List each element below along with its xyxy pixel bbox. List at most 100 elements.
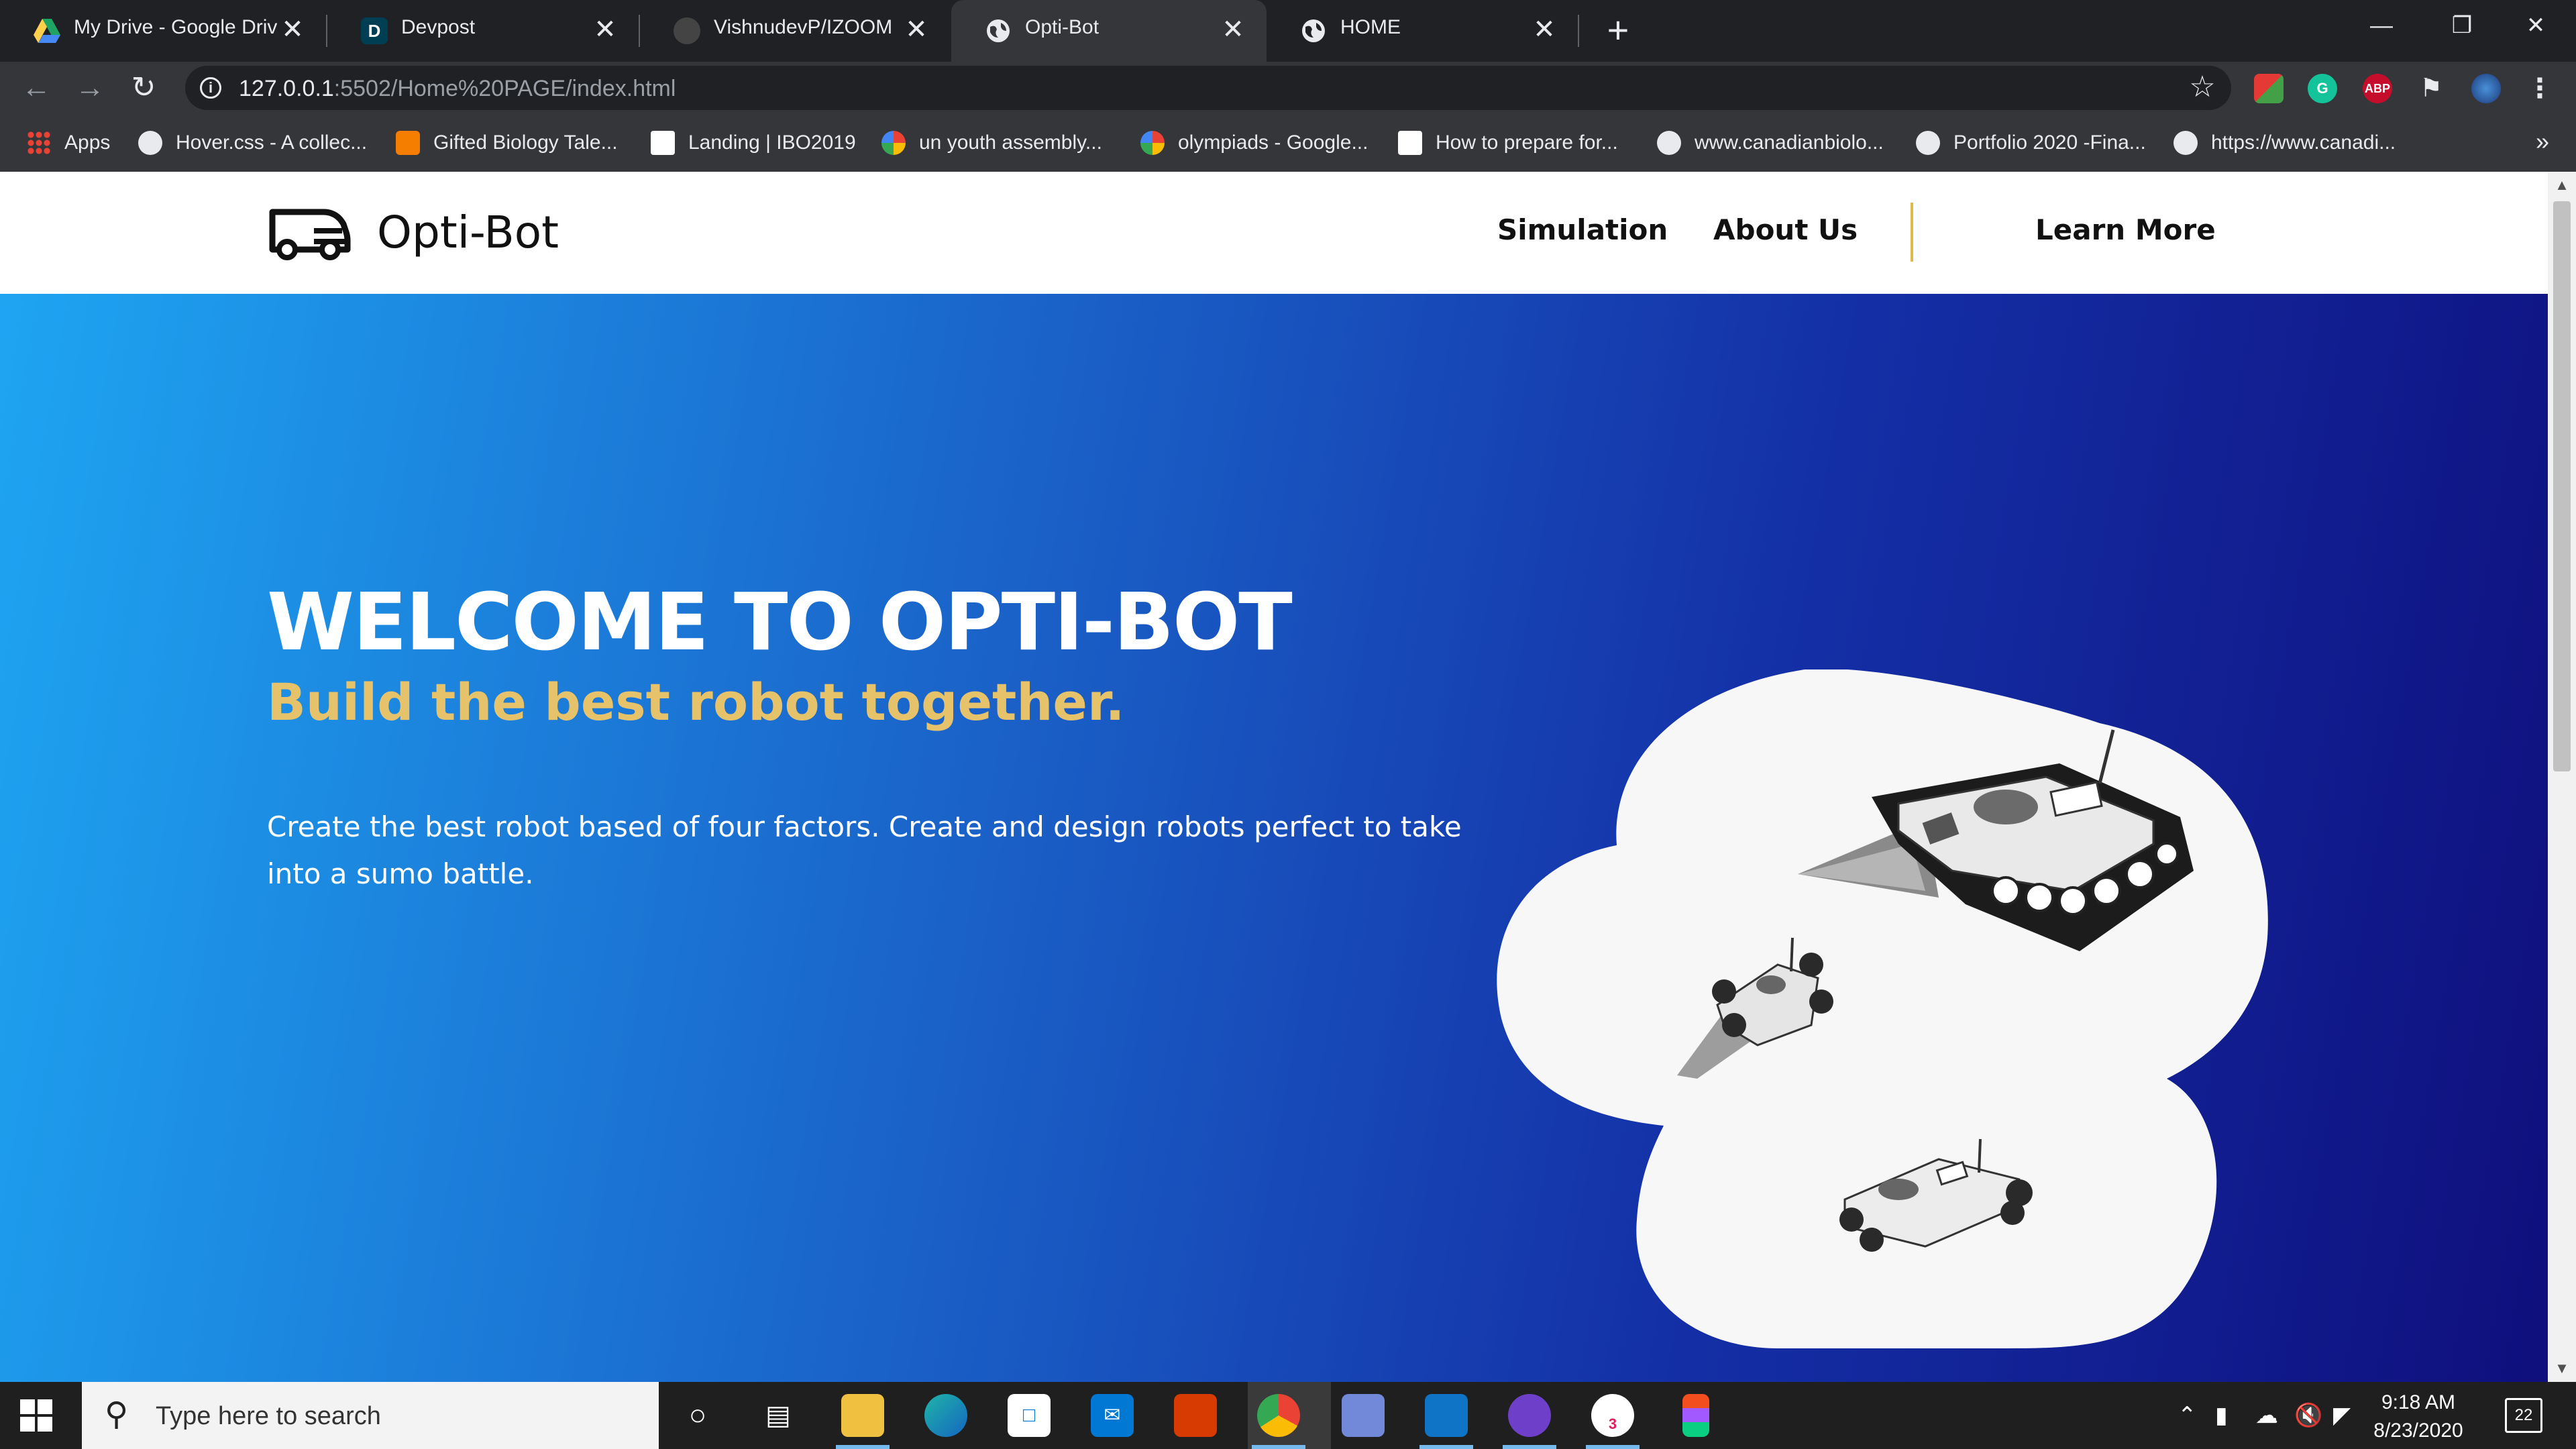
restore-icon[interactable]: ❐ — [2422, 0, 2502, 54]
windows-start-icon[interactable] — [20, 1399, 52, 1432]
puzzle-extensions-icon[interactable]: ⚑ — [2416, 74, 2446, 103]
bookmark-item[interactable]: olympiads - Google... — [1140, 127, 1368, 158]
close-icon[interactable]: ✕ — [586, 11, 624, 48]
tab-title: VishnudevP/IZOOM — [714, 16, 893, 38]
task-view-icon[interactable]: ▤ — [757, 1394, 800, 1437]
brand-name[interactable]: Opti-Bot — [377, 207, 559, 258]
globe-icon — [2174, 131, 2198, 155]
new-tab-button[interactable]: + — [1597, 9, 1640, 52]
bookmark-label: olympiads - Google... — [1178, 131, 1368, 154]
bookmark-label: How to prepare for... — [1436, 131, 1618, 154]
tab-separator — [1578, 15, 1579, 47]
globe-icon — [1657, 131, 1681, 155]
back-arrow-icon[interactable]: ← — [15, 67, 58, 110]
volume-muted-icon[interactable]: 🔇 — [2294, 1402, 2322, 1429]
scroll-up-icon[interactable]: ▲ — [2548, 172, 2576, 199]
chrome-icon[interactable] — [1257, 1394, 1300, 1437]
close-icon[interactable]: ✕ — [898, 11, 935, 48]
address-bar[interactable]: i 127.0.0.1:5502/Home%20PAGE/index.html … — [185, 66, 2231, 110]
minimize-icon[interactable]: — — [2341, 0, 2422, 54]
doc-icon — [1398, 131, 1422, 155]
bookmark-item[interactable]: Landing | IBO2019 — [651, 127, 856, 158]
profile-avatar-icon[interactable] — [2471, 74, 2501, 103]
bookmark-apps[interactable]: Apps — [27, 127, 110, 158]
github-desktop-icon[interactable] — [1508, 1394, 1551, 1437]
chevron-up-icon[interactable]: ⌃ — [2178, 1402, 2197, 1429]
tab-devpost[interactable]: D Devpost ✕ — [327, 0, 639, 62]
bookmark-label: un youth assembly... — [919, 131, 1102, 154]
notification-center-icon[interactable]: 22 — [2505, 1398, 2542, 1433]
adblock-plus-icon[interactable]: ABP — [2363, 74, 2392, 103]
close-icon[interactable]: ✕ — [1525, 11, 1563, 48]
bookmark-label: Hover.css - A collec... — [176, 131, 368, 154]
scrollbar-thumb[interactable] — [2553, 201, 2571, 771]
search-icon: ⚲ — [105, 1397, 129, 1432]
hero-description: Create the best robot based of four fact… — [267, 810, 1462, 890]
file-explorer-icon[interactable] — [841, 1394, 884, 1437]
discord-icon[interactable] — [1342, 1394, 1385, 1437]
menu-dots-icon[interactable]: ⋮ — [2525, 74, 2555, 103]
hero-title: WELCOME TO OPTI-BOT — [267, 576, 1293, 668]
web-page: Opti-Bot Simulation About Us Learn More … — [0, 172, 2548, 1382]
close-icon[interactable]: ✕ — [274, 11, 311, 48]
bookmark-item[interactable]: un youth assembly... — [881, 127, 1102, 158]
bus-logo-icon[interactable] — [267, 205, 352, 260]
tab-opti-bot[interactable]: Opti-Bot ✕ — [951, 0, 1267, 62]
site-navbar: Opti-Bot Simulation About Us Learn More — [0, 172, 2548, 294]
wifi-icon[interactable]: ◤ — [2333, 1402, 2351, 1429]
url-text[interactable]: 127.0.0.1:5502/Home%20PAGE/index.html — [239, 76, 676, 102]
globe-icon — [1300, 17, 1327, 44]
running-indicator — [1503, 1445, 1556, 1449]
browser-toolbar: ← → ↻ i 127.0.0.1:5502/Home%20PAGE/index… — [0, 62, 2576, 114]
hero-section: WELCOME TO OPTI-BOT Build the best robot… — [0, 294, 2548, 1382]
grammarly-icon[interactable]: G — [2308, 74, 2337, 103]
info-icon[interactable]: i — [200, 77, 221, 99]
bookmark-label: Gifted Biology Tale... — [433, 131, 618, 154]
office-icon[interactable] — [1174, 1394, 1217, 1437]
nav-link-about-us[interactable]: About Us — [1713, 213, 1858, 246]
url-host: 127.0.0.1 — [239, 76, 334, 101]
windows-ext-icon[interactable] — [2254, 74, 2284, 103]
mail-icon[interactable]: ✉ — [1091, 1394, 1134, 1437]
bookmarks-overflow-icon[interactable]: » — [2536, 127, 2549, 156]
bookmark-label: www.canadianbiolo... — [1695, 131, 1884, 154]
battery-icon[interactable]: ▮ — [2215, 1402, 2228, 1429]
close-icon[interactable]: ✕ — [1214, 11, 1252, 48]
bookmark-item[interactable]: https://www.canadi... — [2174, 127, 2396, 158]
forward-arrow-icon[interactable]: → — [68, 67, 111, 110]
scroll-down-icon[interactable]: ▼ — [2548, 1355, 2576, 1382]
nav-link-learn-more[interactable]: Learn More — [2035, 213, 2216, 246]
bookmark-item[interactable]: www.canadianbiolo... — [1657, 127, 1884, 158]
bookmark-label: https://www.canadi... — [2211, 131, 2396, 154]
figma-icon[interactable] — [1682, 1394, 1709, 1437]
bookmark-star-icon[interactable]: ☆ — [2184, 70, 2220, 106]
nav-divider — [1911, 203, 1913, 262]
slack-icon[interactable]: 3 — [1591, 1394, 1634, 1437]
edge-icon[interactable] — [924, 1394, 967, 1437]
blogger-icon — [396, 131, 420, 155]
reload-icon[interactable]: ↻ — [122, 67, 165, 110]
hero-subtitle: Build the best robot together. — [267, 672, 1125, 732]
tab-title: Devpost — [401, 16, 476, 38]
vscode-icon[interactable] — [1425, 1394, 1468, 1437]
tab-github-izoom[interactable]: VishnudevP/IZOOM ✕ — [640, 0, 950, 62]
bookmark-item[interactable]: Hover.css - A collec... — [138, 127, 367, 158]
running-indicator — [1252, 1445, 1305, 1449]
github-icon — [674, 17, 700, 44]
running-indicator — [1419, 1445, 1473, 1449]
bookmark-item[interactable]: Portfolio 2020 -Fina... — [1916, 127, 2146, 158]
onedrive-icon[interactable]: ☁ — [2255, 1402, 2278, 1429]
cortana-icon[interactable]: ○ — [676, 1394, 719, 1437]
taskbar-search-box[interactable]: ⚲ Type here to search — [82, 1382, 659, 1449]
tab-google-drive[interactable]: My Drive - Google Driv ✕ — [0, 0, 326, 62]
running-indicator — [1586, 1445, 1640, 1449]
bookmark-label: Portfolio 2020 -Fina... — [1953, 131, 2146, 154]
bookmark-item[interactable]: Gifted Biology Tale... — [396, 127, 618, 158]
bookmark-item[interactable]: How to prepare for... — [1398, 127, 1618, 158]
system-clock[interactable]: 9:18 AM 8/23/2020 — [2361, 1389, 2475, 1445]
page-scrollbar[interactable]: ▲ ▼ — [2548, 172, 2576, 1382]
close-window-icon[interactable]: ✕ — [2496, 0, 2576, 54]
store-icon[interactable]: □ — [1008, 1394, 1051, 1437]
tab-home[interactable]: HOME ✕ — [1267, 0, 1578, 62]
nav-link-simulation[interactable]: Simulation — [1497, 213, 1668, 246]
